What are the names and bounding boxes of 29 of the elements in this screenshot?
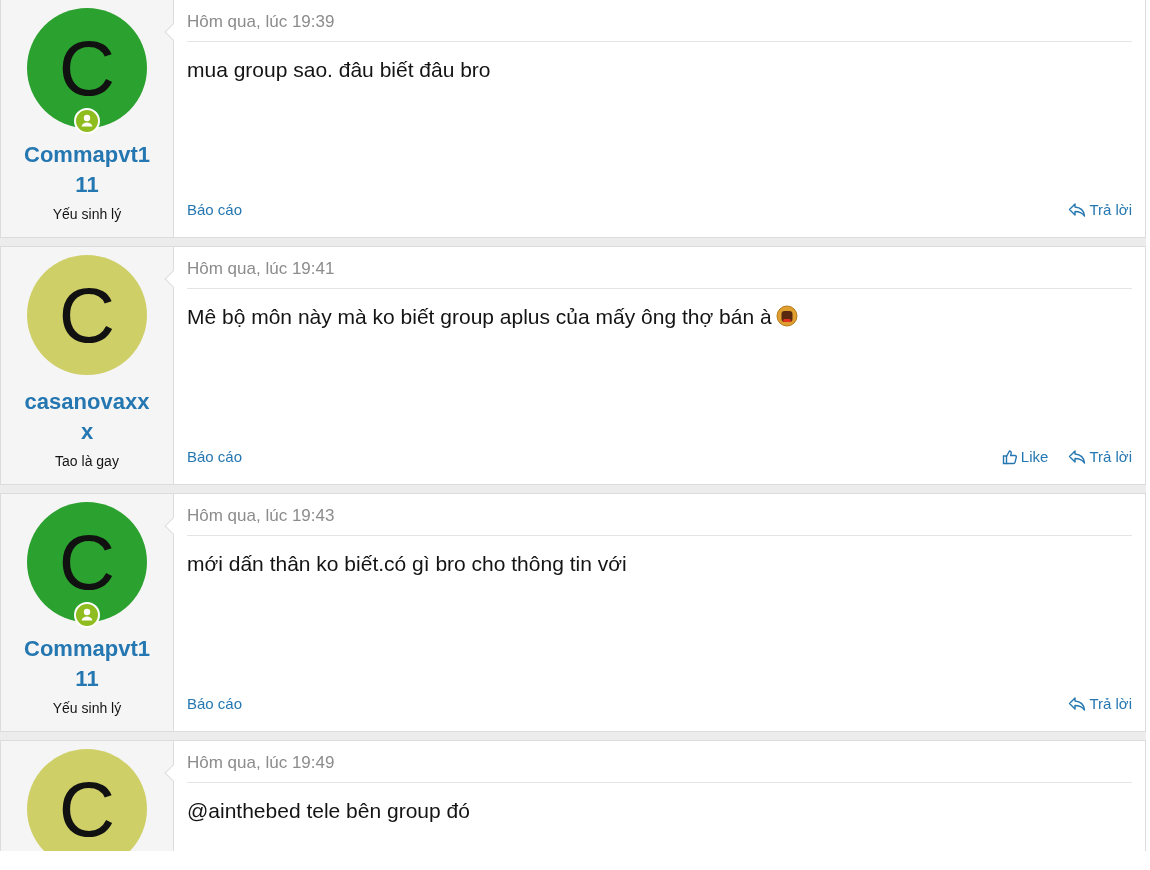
avatar-letter: C (58, 770, 116, 848)
username-link[interactable]: Commapvt111 (19, 140, 155, 200)
post-message: mua group sao. đâu biết đâu bro (187, 56, 492, 83)
post-time: Hôm qua, lúc 19:39 (187, 9, 1132, 42)
like-link[interactable]: Like (1001, 445, 1049, 468)
reply-arrow-icon (1068, 201, 1087, 218)
report-link[interactable]: Báo cáo (187, 692, 243, 715)
avatar-letter: C (58, 523, 116, 601)
reply-link[interactable]: Trả lời (1068, 692, 1132, 715)
username-link[interactable]: casanovaxxx (19, 387, 155, 447)
post-time: Hôm qua, lúc 19:49 (187, 750, 1132, 783)
reply-arrow-icon (1068, 448, 1087, 465)
user-title: Tao là gay (55, 452, 119, 471)
avatar-letter: C (58, 276, 116, 354)
user-title: Yếu sinh lý (52, 699, 122, 718)
user-title: Yếu sinh lý (52, 205, 122, 224)
thumbs-up-icon (1001, 448, 1018, 465)
reply-arrow-icon (1068, 695, 1087, 712)
reply-link[interactable]: Trả lời (1068, 198, 1132, 221)
post-message: @ainthebed tele bên group đó (187, 797, 471, 824)
username-link[interactable]: Commapvt111 (19, 634, 155, 694)
report-link[interactable]: Báo cáo (187, 445, 243, 468)
post-message: Mê bộ môn này mà ko biết group aplus của mấy ông thợ bán à (187, 300, 1132, 332)
post-time: Hôm qua, lúc 19:41 (187, 256, 1132, 289)
reply-link[interactable]: Trả lời (1068, 445, 1132, 468)
post-time: Hôm qua, lúc 19:43 (187, 503, 1132, 536)
post-message: mới dấn thân ko biết.có gì bro cho thông tin với (187, 550, 628, 577)
avatar-letter: C (58, 29, 116, 107)
report-link[interactable]: Báo cáo (187, 198, 243, 221)
